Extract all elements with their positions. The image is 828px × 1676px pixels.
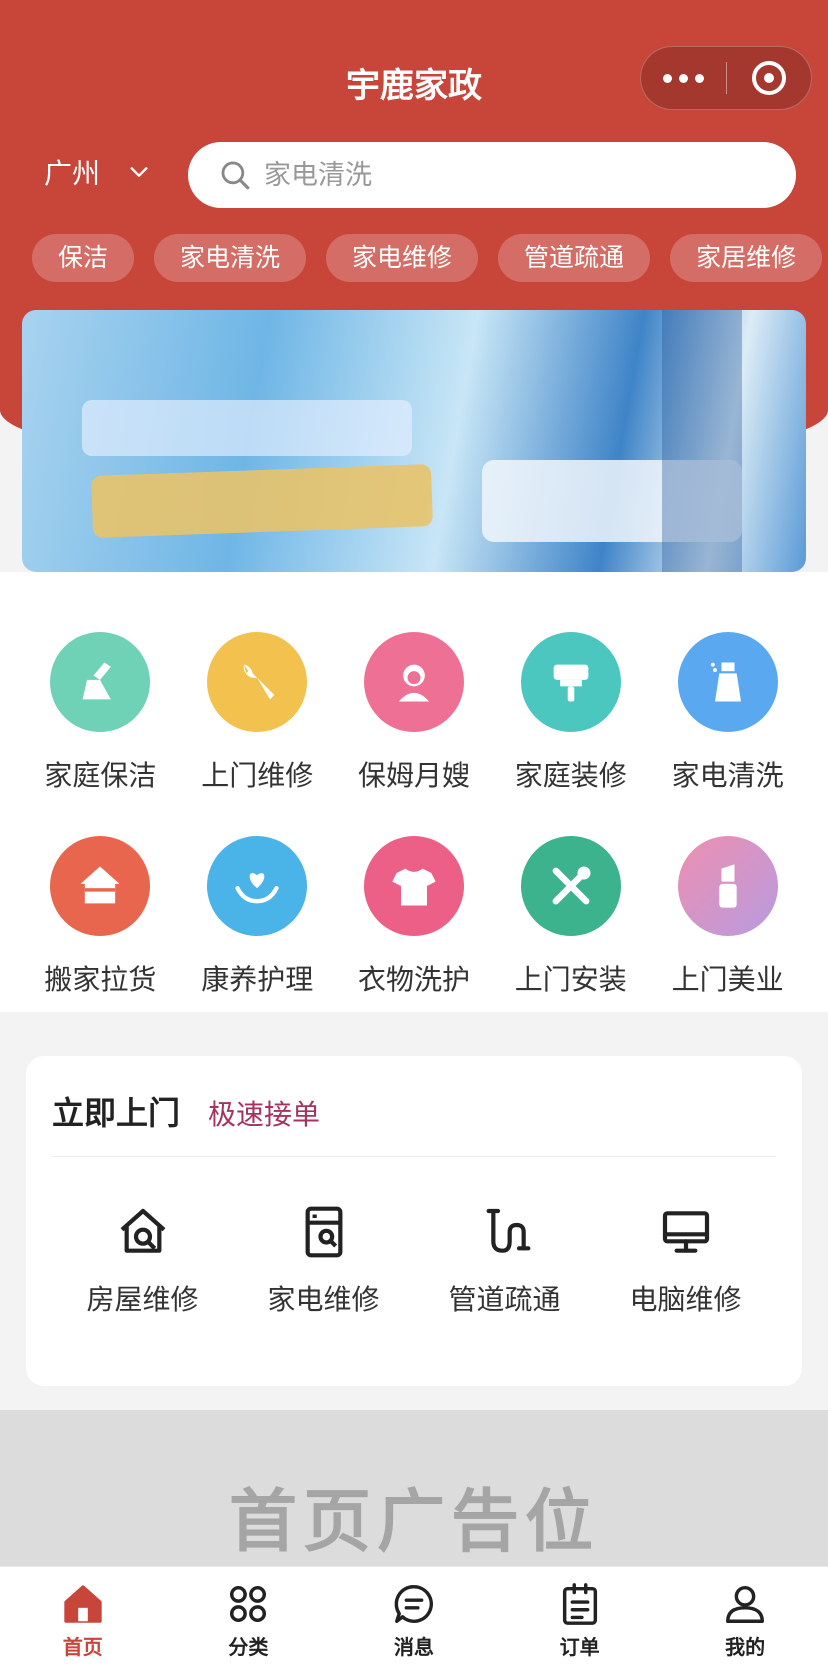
service-item[interactable]: 康养护理 — [179, 836, 336, 998]
service-item[interactable]: 家电清洗 — [649, 632, 806, 794]
service-item[interactable]: 上门维修 — [179, 632, 336, 794]
search-bar[interactable] — [188, 142, 796, 208]
tag-chip[interactable]: 家居维修 — [670, 234, 823, 282]
tshirt-icon — [363, 836, 464, 936]
miniprogram-capsule — [640, 46, 812, 110]
tab-orders[interactable]: 订单 — [497, 1567, 663, 1676]
bottom-tab-bar: 首页 分类 消息 订单 我的 — [0, 1566, 828, 1676]
more-menu-button[interactable] — [641, 46, 726, 110]
tab-label: 订单 — [559, 1635, 600, 1659]
service-item[interactable]: 上门美业 — [649, 836, 806, 998]
pipe-icon — [486, 1208, 530, 1253]
service-grid-section: 家庭保洁 上门维修 保姆月嫂 家庭装修 家电清洗 搬家拉货 康养护理 衣物洗护 … — [0, 572, 828, 1012]
service-label: 上门美业 — [671, 963, 784, 996]
profile-icon — [726, 1585, 765, 1623]
target-icon — [751, 61, 786, 95]
divider — [52, 1156, 776, 1157]
service-label: 家庭保洁 — [44, 759, 157, 792]
service-item[interactable]: 家庭装修 — [492, 632, 649, 794]
city-label: 广州 — [44, 157, 101, 190]
quick-service-label: 管道疏通 — [448, 1283, 561, 1316]
home-ad-slot[interactable]: 首页广告位 — [0, 1410, 828, 1566]
chevron-down-icon — [130, 167, 148, 177]
broom-icon — [50, 632, 151, 732]
tab-label: 首页 — [62, 1635, 103, 1659]
quick-service-header: 立即上门 极速接单 — [52, 1088, 320, 1134]
service-item[interactable]: 家庭保洁 — [22, 632, 179, 794]
tab-category[interactable]: 分类 — [166, 1567, 332, 1676]
tab-messages[interactable]: 消息 — [331, 1567, 497, 1676]
quick-tag-row: 保洁 家电清洗 家电维修 管道疏通 家居维修 — [32, 234, 828, 282]
service-label: 家电清洗 — [671, 759, 784, 792]
promo-banner[interactable] — [22, 310, 806, 572]
tag-chip[interactable]: 管道疏通 — [498, 234, 651, 282]
tab-profile[interactable]: 我的 — [662, 1567, 828, 1676]
service-item[interactable]: 衣物洗护 — [336, 836, 493, 998]
quick-service-list: 房屋维修 家电维修 管道疏通 电脑维修 — [52, 1204, 776, 1318]
quick-service-subtitle: 极速接单 — [208, 1098, 321, 1131]
wrench-icon — [207, 632, 308, 732]
close-miniprogram-button[interactable] — [727, 46, 811, 110]
order-icon — [562, 1583, 597, 1625]
quick-service-item[interactable]: 家电维修 — [233, 1204, 414, 1318]
category-icon — [230, 1585, 267, 1623]
search-icon — [221, 161, 250, 190]
message-icon — [394, 1585, 433, 1623]
quick-service-item[interactable]: 房屋维修 — [52, 1204, 233, 1318]
tag-chip[interactable]: 家电清洗 — [154, 234, 307, 282]
computer-icon — [662, 1211, 709, 1253]
service-label: 上门维修 — [201, 759, 314, 792]
service-label: 搬家拉货 — [44, 963, 157, 996]
tab-home[interactable]: 首页 — [0, 1567, 166, 1676]
service-label: 家庭装修 — [514, 759, 627, 792]
service-item[interactable]: 搬家拉货 — [22, 836, 179, 998]
heart-hands-icon — [207, 836, 308, 936]
tab-label: 分类 — [228, 1635, 269, 1659]
quick-service-label: 电脑维修 — [629, 1283, 742, 1316]
city-selector[interactable]: 广州 — [44, 152, 150, 192]
tools-icon — [520, 836, 621, 936]
house-icon — [50, 836, 151, 936]
tab-label: 我的 — [725, 1635, 766, 1659]
service-item[interactable]: 保姆月嫂 — [336, 632, 493, 794]
quick-service-title: 立即上门 — [52, 1094, 181, 1132]
service-label: 保姆月嫂 — [357, 759, 470, 792]
banner-decor — [662, 310, 742, 572]
service-item[interactable]: 上门安装 — [492, 836, 649, 998]
paint-brush-icon — [520, 632, 621, 732]
lipstick-icon — [677, 836, 778, 936]
search-input[interactable] — [264, 159, 744, 191]
service-label: 康养护理 — [201, 963, 314, 996]
quick-service-item[interactable]: 管道疏通 — [414, 1204, 595, 1318]
banner-decor — [82, 400, 412, 456]
home-icon — [64, 1585, 102, 1623]
service-label: 衣物洗护 — [357, 963, 470, 996]
quick-service-item[interactable]: 电脑维修 — [595, 1204, 776, 1318]
tag-chip[interactable]: 保洁 — [32, 234, 135, 282]
spray-bottle-icon — [677, 632, 778, 732]
quick-service-label: 房屋维修 — [86, 1283, 199, 1316]
service-label: 上门安装 — [514, 963, 627, 996]
tab-label: 消息 — [393, 1635, 434, 1659]
top-bar: 宇鹿家政 — [0, 40, 828, 120]
quick-service-label: 家电维修 — [267, 1283, 380, 1316]
banner-decor — [91, 464, 433, 538]
search-row: 广州 — [0, 140, 828, 210]
tag-chip[interactable]: 家电维修 — [326, 234, 479, 282]
quick-service-card: 立即上门 极速接单 房屋维修 家电维修 管道疏通 电脑维修 — [26, 1056, 802, 1386]
appliance-repair-icon — [305, 1206, 342, 1258]
ad-placeholder-text: 首页广告位 — [228, 1483, 599, 1562]
service-grid: 家庭保洁 上门维修 保姆月嫂 家庭装修 家电清洗 搬家拉货 康养护理 衣物洗护 … — [22, 632, 806, 998]
house-repair-icon — [120, 1208, 165, 1253]
nanny-icon — [363, 632, 464, 732]
